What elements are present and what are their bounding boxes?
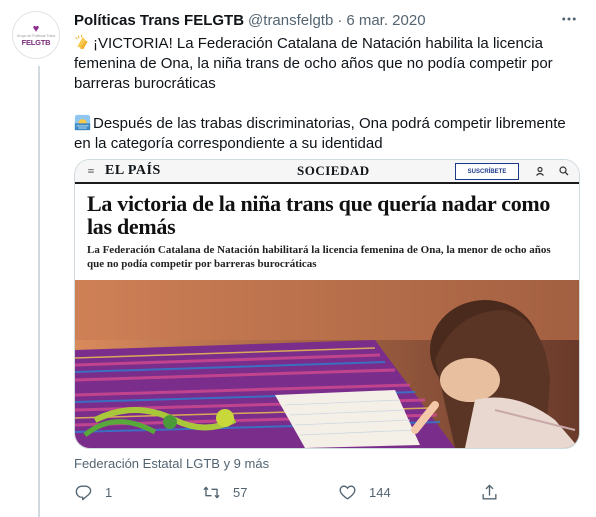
more-options-icon[interactable] <box>556 8 582 30</box>
separator-dot: · <box>337 11 343 29</box>
sunrise-over-water-icon <box>74 114 91 131</box>
tweet-paragraph-2: Después de las trabas discriminatorias, … <box>74 114 582 154</box>
retweet-count: 57 <box>233 484 248 500</box>
tweet-actions: 1 57 144 <box>60 477 520 507</box>
reply-button[interactable]: 1 <box>74 477 112 507</box>
tweet-paragraph-1: ¡VICTORIA! La Federación Catalana de Nat… <box>74 34 582 94</box>
article-screenshot: ≡ EL PAÍS SOCIEDAD SUSCRÍBETE La victori… <box>75 160 579 448</box>
tweet-header: Políticas Trans FELGTB @transfelgtb · 6 … <box>74 10 582 30</box>
share-button[interactable] <box>480 477 499 507</box>
heart-icon: ♥ <box>32 22 40 35</box>
tweet-content: Políticas Trans FELGTB @transfelgtb · 6 … <box>74 10 582 154</box>
newspaper-logo: EL PAÍS <box>105 163 161 178</box>
like-button[interactable]: 144 <box>338 477 391 507</box>
tweet-date[interactable]: 6 mar. 2020 <box>346 12 425 29</box>
clapping-hands-icon <box>75 34 88 50</box>
thread-line <box>38 66 40 517</box>
tweet-paragraph-2-text: Después de las trabas discriminatorias, … <box>74 115 566 152</box>
article-subhead: La Federación Catalana de Natación habil… <box>87 244 551 270</box>
author-handle[interactable]: @transfelgtb <box>248 12 333 29</box>
share-icon <box>482 484 497 500</box>
article-headline: La victoria de la niña trans que quería … <box>87 191 551 239</box>
article-masthead: ≡ EL PAÍS SOCIEDAD SUSCRÍBETE <box>75 160 579 184</box>
subscribe-button: SUSCRÍBETE <box>455 163 519 180</box>
tweet-paragraph-1-text: ¡VICTORIA! La Federación Catalana de Nat… <box>74 35 553 92</box>
retweet-button[interactable]: 57 <box>202 477 247 507</box>
article-photo <box>75 280 579 448</box>
author-name[interactable]: Políticas Trans FELGTB <box>74 12 244 29</box>
avatar[interactable]: ♥ Grupo de Políticas Trans FELGTB <box>12 11 60 59</box>
retweet-icon <box>203 486 220 498</box>
tweet-source[interactable]: Federación Estatal LGTB y 9 más <box>74 456 269 471</box>
link-card[interactable]: ≡ EL PAÍS SOCIEDAD SUSCRÍBETE La victori… <box>74 159 580 449</box>
reply-count: 1 <box>105 484 113 500</box>
search-icon <box>555 162 573 180</box>
tweet-text: ¡VICTORIA! La Federación Catalana de Nat… <box>74 34 582 154</box>
masthead-icons <box>531 162 573 180</box>
like-count: 144 <box>369 484 391 500</box>
section-label: SOCIEDAD <box>297 163 370 178</box>
menu-icon: ≡ <box>87 163 95 178</box>
reply-icon <box>75 484 92 500</box>
heart-like-icon <box>339 484 356 500</box>
user-icon <box>531 162 549 180</box>
avatar-brand-text: FELGTB <box>21 37 51 47</box>
